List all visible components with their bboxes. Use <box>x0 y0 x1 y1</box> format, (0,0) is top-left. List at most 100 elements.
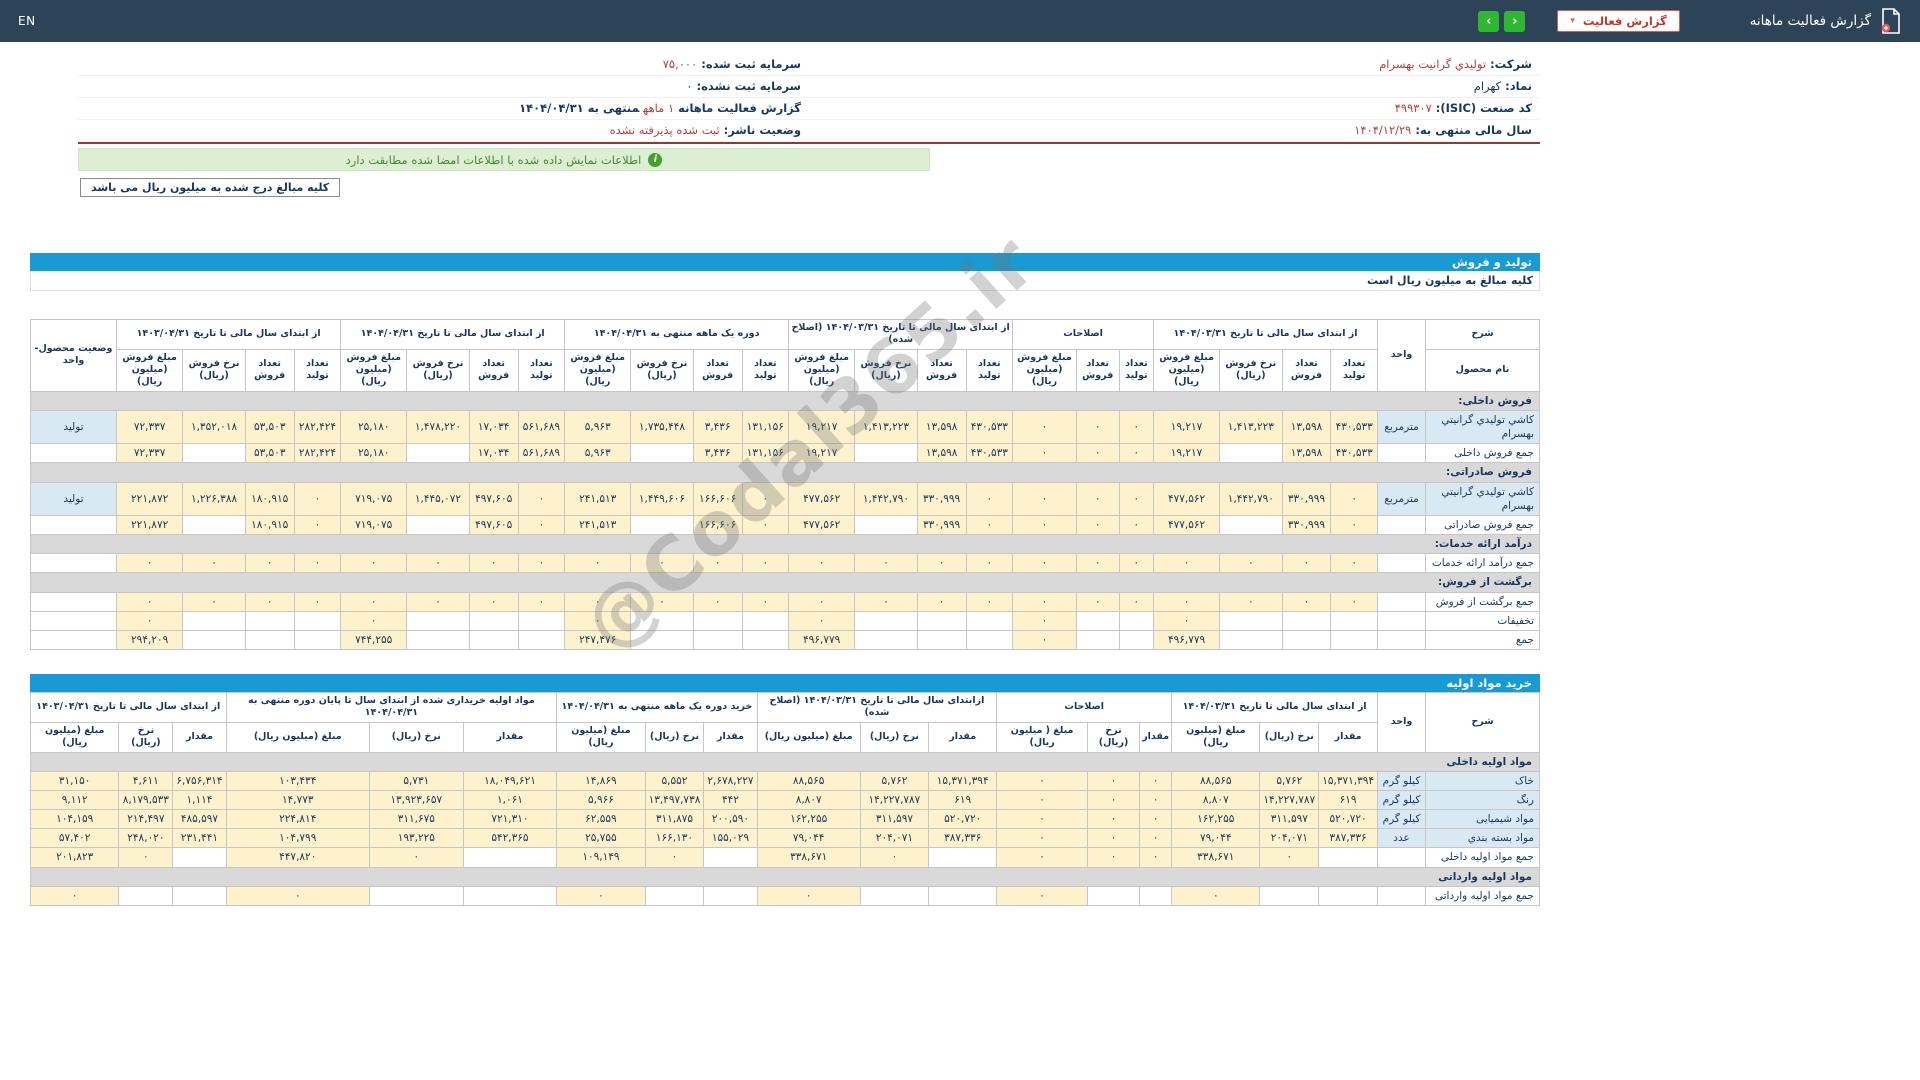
table-cell: ۱۰۳,۴۳۴ <box>226 771 369 790</box>
table-cell: ۱۶۶,۱۳۰ <box>645 829 704 848</box>
table-cell: ۲۹۴,۲۰۹ <box>117 630 183 649</box>
table-cell: ۱,۴۷۸,۲۲۰ <box>407 410 469 443</box>
info-label: سرمایه ثبت شده: <box>701 57 801 71</box>
table-cell: ۰ <box>1154 554 1220 573</box>
table-cell: ۰ <box>1013 410 1077 443</box>
info-value: ۱ ماهه <box>643 101 674 115</box>
table-cell: ۲۵,۱۸۰ <box>341 444 407 463</box>
table-cell: ۰ <box>997 829 1088 848</box>
table-cell: ۴۹۶,۷۷۹ <box>789 630 855 649</box>
column-header: مقدار <box>1140 722 1172 752</box>
table-cell <box>1378 515 1426 534</box>
table-cell: ۰ <box>245 592 294 611</box>
info-value: ۰ <box>686 79 692 93</box>
table-cell: ۰ <box>1331 554 1378 573</box>
table-cell <box>294 630 341 649</box>
table-cell: ۰ <box>1013 554 1077 573</box>
signature-match-notice: i اطلاعات نمایش داده شده با اطلاعات امضا… <box>78 148 930 171</box>
table-cell: ۰ <box>31 886 119 905</box>
table-cell: ۰ <box>469 592 518 611</box>
table-cell: ۰ <box>1076 554 1119 573</box>
previous-report-button[interactable]: ‹ <box>1478 11 1499 32</box>
table-cell: ۰ <box>1140 771 1172 790</box>
table-cell: ۳۳۰,۹۹۹ <box>1282 482 1331 515</box>
table-cell: ۳۱۱,۵۹۷ <box>860 810 928 829</box>
table-cell: ۱,۴۴۲,۷۹۰ <box>1220 482 1282 515</box>
table-cell: ۰ <box>294 554 341 573</box>
column-header: نرخ (ریال) <box>860 722 928 752</box>
section-row: مواد اولیه داخلی <box>31 752 1540 771</box>
column-header: مبلغ (میلیون ریال) <box>557 722 645 752</box>
table-cell: ۲۴۱,۵۱۳ <box>565 482 631 515</box>
amounts-note-row: کلیه مبالغ به میلیون ریال است <box>30 271 1540 291</box>
table-cell: جمع فروش صادراتی <box>1426 515 1540 534</box>
table-cell: ۰ <box>1087 790 1139 809</box>
table-cell <box>1282 630 1331 649</box>
table-cell: ۵۶۱,۶۸۹ <box>518 410 565 443</box>
column-header: واحد <box>1378 320 1426 392</box>
table-cell: ۲۳۱,۴۴۱ <box>173 829 226 848</box>
table-cell: عدد <box>1378 829 1426 848</box>
table-cell <box>31 630 117 649</box>
table-cell: مترمربع <box>1378 482 1426 515</box>
table-cell: ۰ <box>742 515 789 534</box>
table-cell <box>1331 611 1378 630</box>
table-cell: ۱,۴۴۹,۶۰۶ <box>631 482 693 515</box>
table-cell: ۰ <box>1154 611 1220 630</box>
table-cell: جمع مواد اولیه داخلی <box>1426 848 1540 867</box>
table-cell: ۲۴۱,۵۱۳ <box>565 515 631 534</box>
next-report-button[interactable]: › <box>1504 11 1525 32</box>
column-header: از ابتدای سال مالی تا تاریخ ۱۴۰۴/۰۳/۳۱ <box>1154 320 1378 350</box>
info-value: کهرام <box>1474 79 1501 93</box>
table-cell: ۰ <box>518 515 565 534</box>
notice-text: اطلاعات نمایش داده شده با اطلاعات امضا ش… <box>346 153 642 167</box>
table-cell: ۳,۴۳۶ <box>693 444 742 463</box>
table-cell: ۰ <box>1013 592 1077 611</box>
table-cell: ۰ <box>341 554 407 573</box>
table-cell <box>407 515 469 534</box>
table-cell: ۰ <box>565 592 631 611</box>
table-cell: ۶,۷۵۶,۳۱۴ <box>173 771 226 790</box>
table-cell <box>1087 886 1139 905</box>
info-label: سال مالی منتهی به: <box>1415 123 1532 137</box>
column-header: تعداد تولید <box>1331 349 1378 391</box>
table-cell: ۴۷۷,۵۶۲ <box>789 482 855 515</box>
table-cell: ۳۳۰,۹۹۹ <box>1282 515 1331 534</box>
table-row: جمع۴۹۶,۷۷۹۰۴۹۶,۷۷۹۲۴۷,۴۷۶۷۴۴,۲۵۵۲۹۴,۲۰۹ <box>31 630 1540 649</box>
table-cell: ۴۳۰,۵۳۳ <box>966 410 1013 443</box>
table-cell: ۰ <box>1331 515 1378 534</box>
table-cell: ۰ <box>1331 482 1378 515</box>
table-cell: ۰ <box>742 554 789 573</box>
company-info-line: سرمایه ثبت شده:۷۵,۰۰۰ <box>78 54 809 76</box>
table-cell <box>1076 611 1119 630</box>
table-cell: ۱۶۲,۲۵۵ <box>1172 810 1260 829</box>
table-cell <box>1319 848 1378 867</box>
column-header: تعداد فروش <box>245 349 294 391</box>
table-cell <box>1260 886 1319 905</box>
table-cell: ۰ <box>742 592 789 611</box>
table-cell: ۳۳۰,۹۹۹ <box>917 515 966 534</box>
table-cell: ۲۲۱,۸۷۲ <box>117 482 183 515</box>
page-title: گزارش فعالیت ماهانه <box>1750 13 1871 29</box>
table-cell: ۱۹۳,۲۲۵ <box>369 829 463 848</box>
table-cell: ۱۳,۹۲۳,۶۵۷ <box>369 790 463 809</box>
table-cell: ۱۳۱,۱۵۶ <box>742 444 789 463</box>
table-cell: ۰ <box>1119 444 1153 463</box>
table-cell: ۱۹,۲۱۷ <box>789 410 855 443</box>
table-cell: ۰ <box>1076 444 1119 463</box>
table-cell: ۵۴۲,۳۶۵ <box>463 829 557 848</box>
table-cell <box>1378 444 1426 463</box>
table-cell: ۷۹,۰۴۴ <box>1172 829 1260 848</box>
english-language-link[interactable]: EN <box>18 14 36 28</box>
table-cell: ۱۳,۵۹۸ <box>1282 410 1331 443</box>
section-row: فروش صادراتی: <box>31 463 1540 482</box>
report-type-dropdown[interactable]: گزارش فعالیت ▾ <box>1557 10 1679 32</box>
table-cell: مواد بسته بندي <box>1426 829 1540 848</box>
column-header: شرح <box>1426 693 1540 752</box>
column-header: دوره یک ماهه منتهی به ۱۴۰۴/۰۴/۳۱ <box>565 320 789 350</box>
info-value: توليدي گرانيت بهسرام <box>1379 57 1486 71</box>
table-cell: ۱۵۵,۰۲۹ <box>704 829 757 848</box>
column-header: مقدار <box>463 722 557 752</box>
table-cell <box>407 630 469 649</box>
table-cell: تخفیفات <box>1426 611 1540 630</box>
